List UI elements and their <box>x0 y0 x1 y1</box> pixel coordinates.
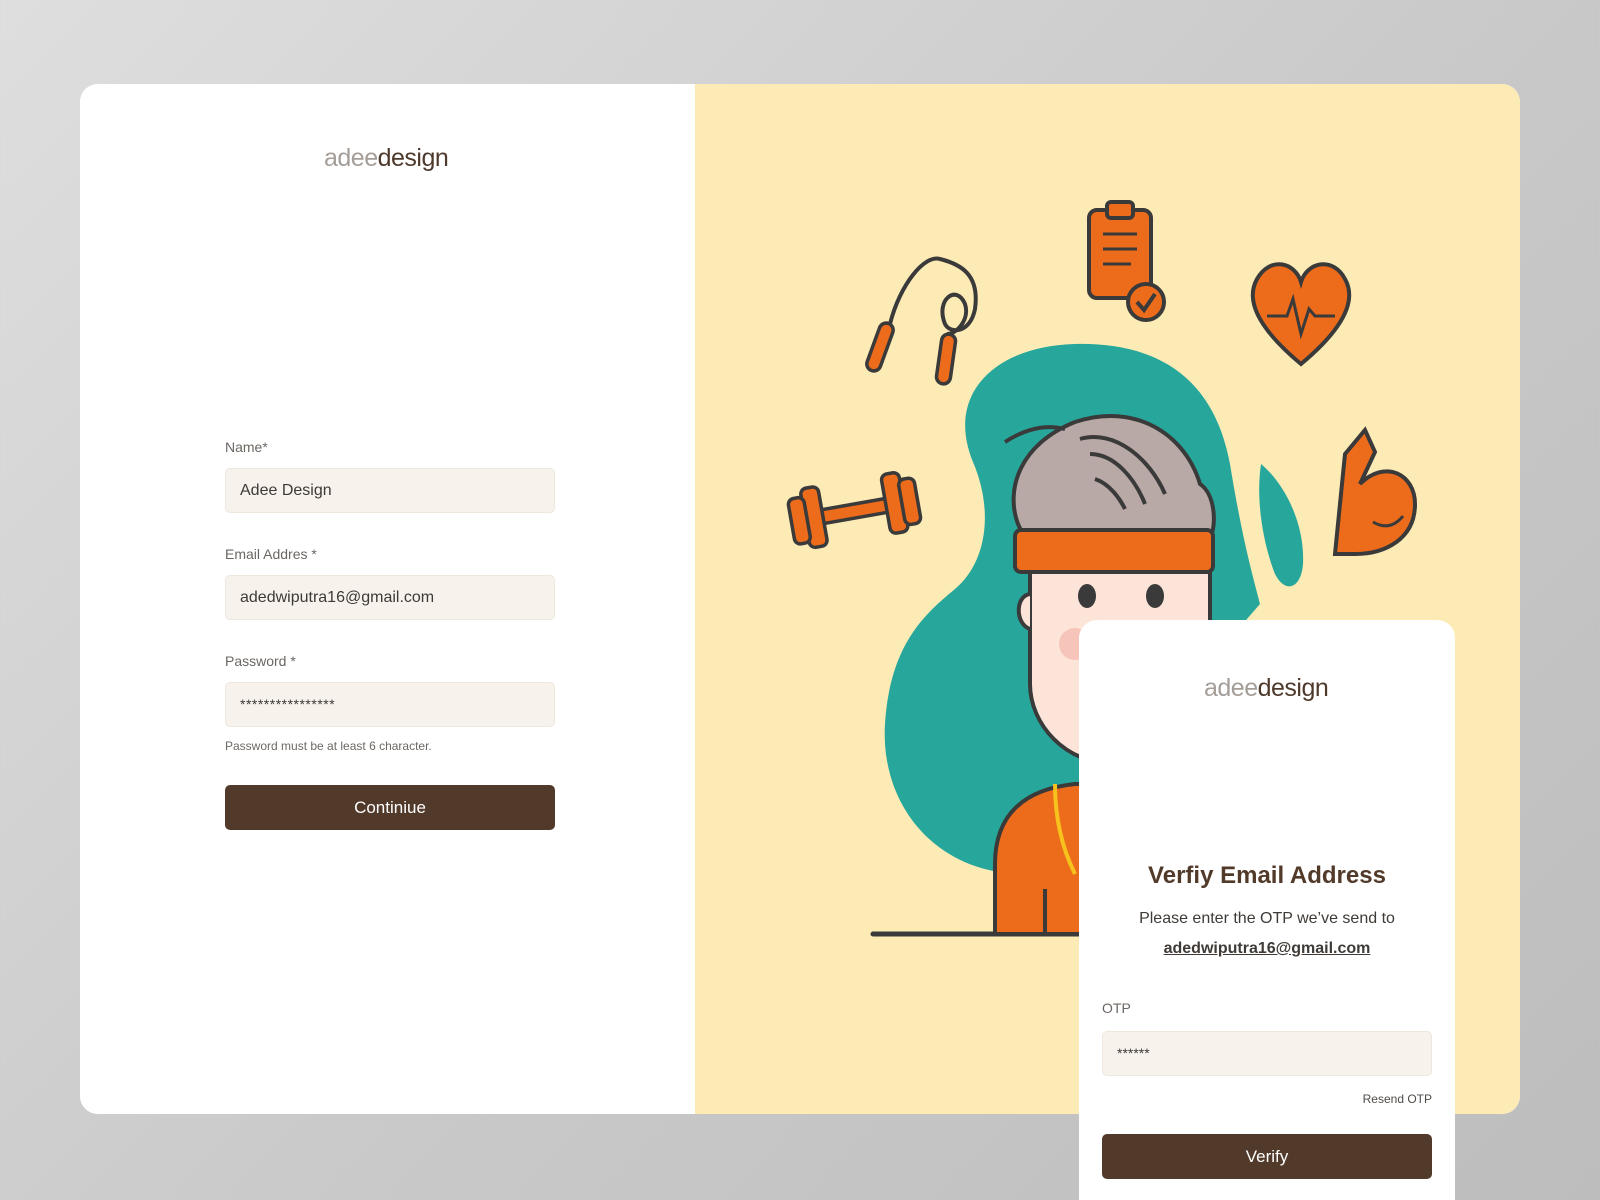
heart-pulse-icon <box>1250 262 1352 367</box>
resend-otp-link[interactable]: Resend OTP <box>1363 1092 1432 1106</box>
email-label: Email Addres * <box>225 546 317 562</box>
jump-rope-icon <box>865 256 978 386</box>
brand-logo: adeedesign <box>324 144 449 172</box>
name-input[interactable]: Adee Design <box>225 468 555 513</box>
email-input[interactable]: adedwiputra16@gmail.com <box>225 575 555 620</box>
otp-input[interactable]: ****** <box>1102 1031 1432 1076</box>
flexed-arm-icon <box>1332 426 1418 556</box>
signup-form: Name* Adee Design Email Addres * adedwip… <box>225 438 555 830</box>
dumbbell-icon <box>786 471 923 550</box>
clipboard-check-icon <box>1087 200 1166 322</box>
brand-logo-otp: adeedesign <box>1204 674 1329 702</box>
verify-email-link[interactable]: adedwiputra16@gmail.com <box>1079 940 1455 958</box>
otp-label: OTP <box>1102 1000 1131 1016</box>
verify-title: Verfiy Email Address <box>1148 862 1386 889</box>
password-label: Password * <box>225 653 296 669</box>
password-input[interactable]: **************** <box>225 682 555 727</box>
name-label: Name* <box>225 439 268 455</box>
signup-pane: adeedesign Name* Adee Design Email Addre… <box>80 84 695 1114</box>
verify-button[interactable]: Verify <box>1102 1134 1432 1179</box>
headband <box>1013 528 1215 574</box>
password-hint: Password must be at least 6 character. <box>225 739 432 753</box>
verify-description: Please enter the OTP we’ve send to <box>1139 910 1395 927</box>
continue-button[interactable]: Continiue <box>225 785 555 830</box>
teal-leaf <box>1259 464 1304 587</box>
verify-email-card: adeedesign Verfiy Email Address Please e… <box>1079 620 1455 1200</box>
